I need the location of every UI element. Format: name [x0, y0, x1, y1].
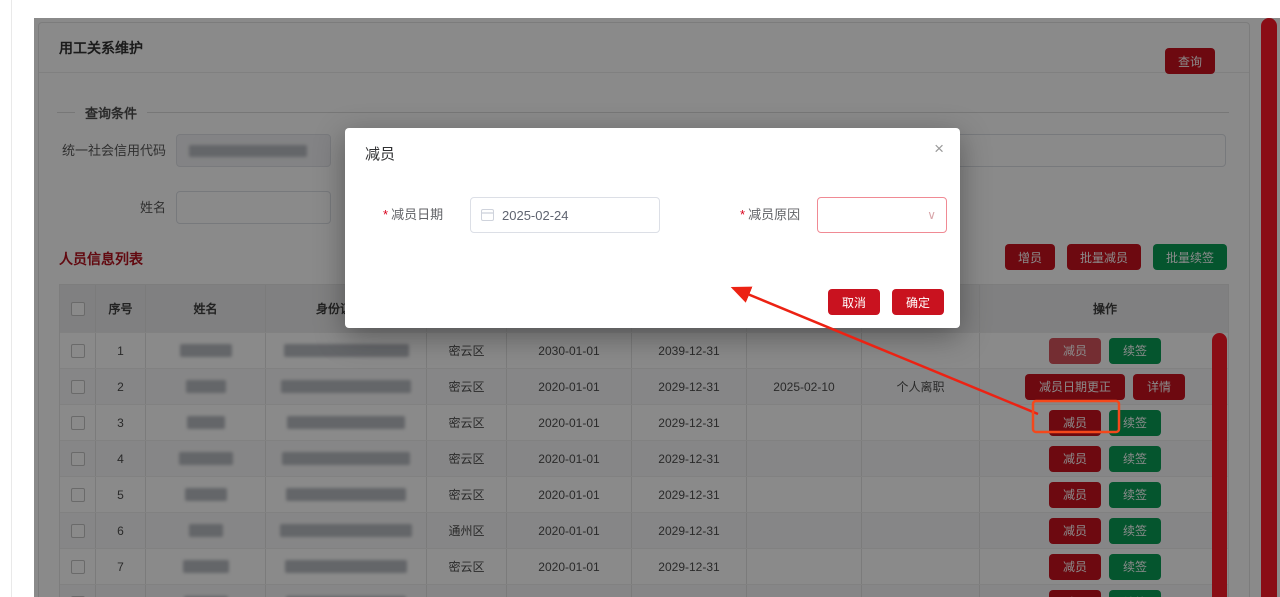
sidebar-divider — [11, 0, 12, 597]
reduce-date-value: 2025-02-24 — [502, 208, 569, 223]
calendar-icon — [481, 209, 494, 221]
page: 用工关系维护 查询 查询条件 统一社会信用代码 姓名 人员信息列表 增员 批量减… — [0, 0, 1280, 597]
close-icon[interactable]: × — [934, 140, 944, 157]
page-scrollbar[interactable] — [1261, 18, 1277, 597]
cancel-button[interactable]: 取消 — [828, 289, 880, 315]
reduce-date-input[interactable]: 2025-02-24 — [470, 197, 660, 233]
modal-title: 减员 — [365, 143, 395, 164]
reduce-reason-select[interactable]: ∨ — [817, 197, 947, 233]
confirm-button[interactable]: 确定 — [892, 289, 944, 315]
table-scrollbar[interactable] — [1212, 333, 1227, 597]
modal-footer: 取消 确定 — [828, 289, 944, 315]
reduce-date-label: *减员日期 — [383, 197, 443, 233]
required-asterisk: * — [740, 207, 745, 222]
required-asterisk: * — [383, 207, 388, 222]
reduce-reason-label: *减员原因 — [740, 197, 800, 233]
reduce-staff-modal: 减员 × *减员日期 2025-02-24 *减员原因 ∨ 取消 确定 — [345, 128, 960, 328]
chevron-down-icon: ∨ — [927, 208, 936, 222]
